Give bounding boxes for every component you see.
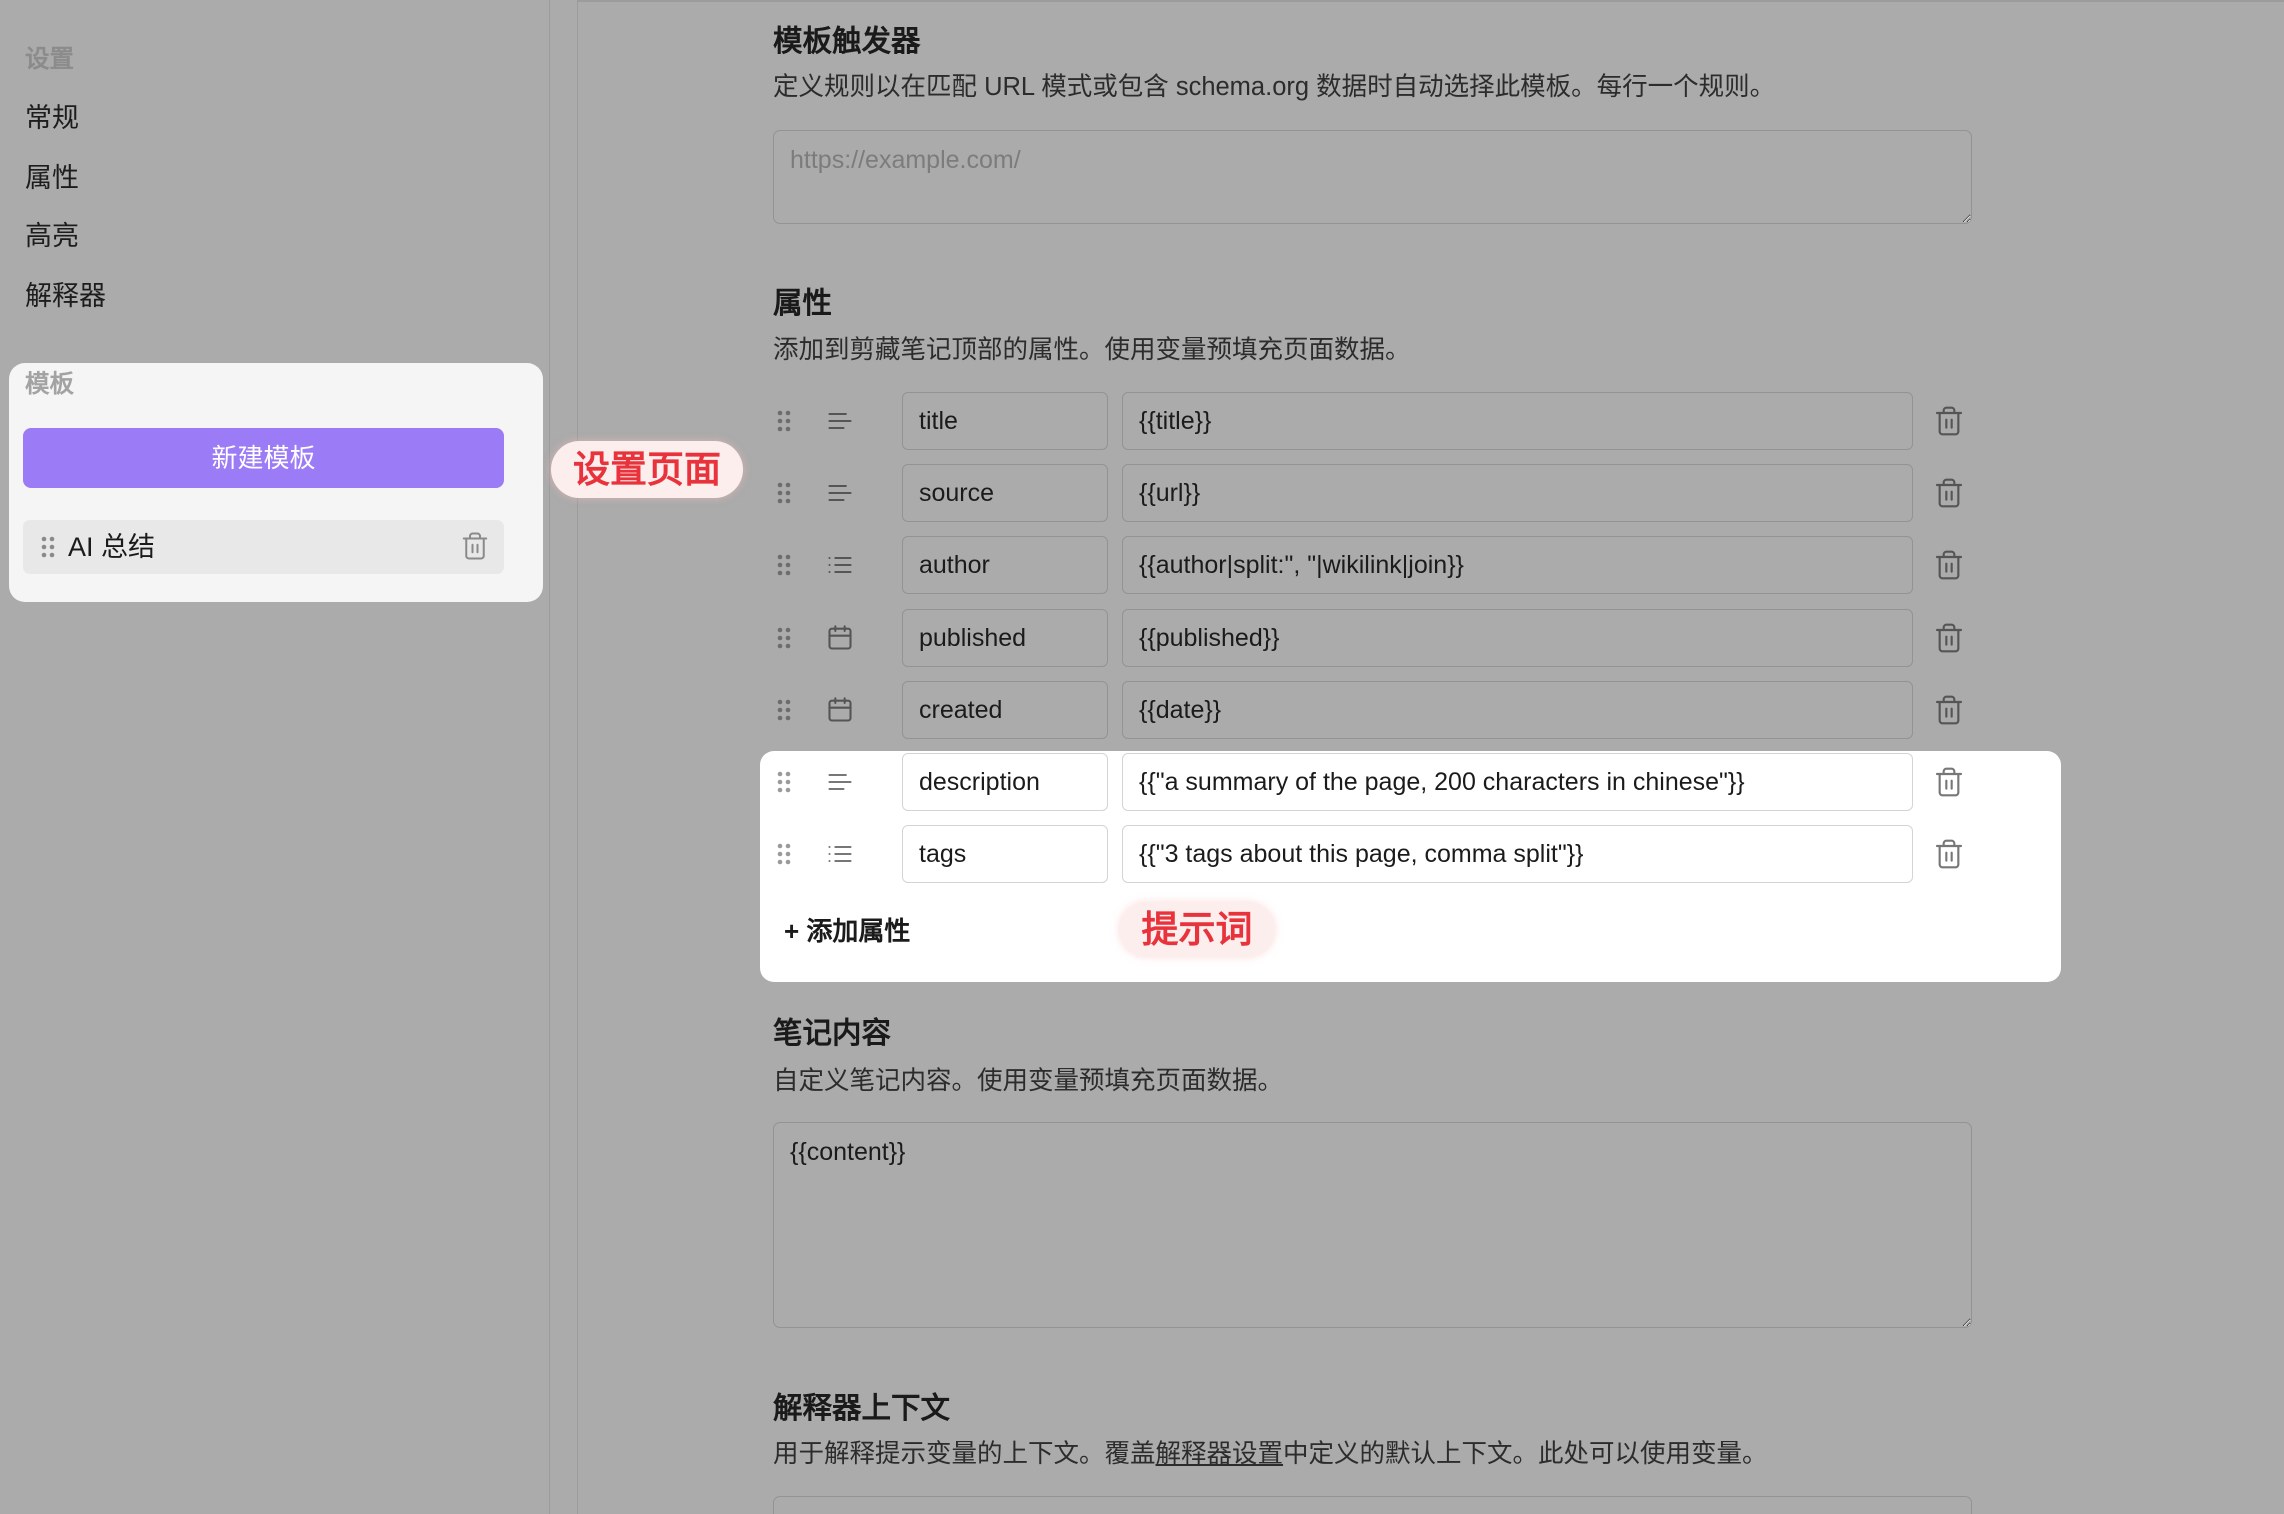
settings-heading: 设置 — [25, 46, 74, 73]
drag-handle-icon[interactable] — [776, 409, 792, 433]
property-name-input[interactable] — [902, 753, 1108, 811]
trash-icon[interactable] — [1933, 477, 1965, 509]
property-value-input[interactable] — [1122, 609, 1913, 667]
property-name-input[interactable] — [902, 392, 1108, 450]
trash-icon[interactable] — [1933, 766, 1965, 798]
top-divider — [578, 0, 2284, 2]
property-value-input[interactable] — [1122, 392, 1913, 450]
interpreter-settings-link[interactable]: 解释器设置 — [1156, 1440, 1284, 1468]
property-row — [770, 392, 1970, 450]
property-row — [770, 536, 1970, 594]
property-value-input[interactable] — [1122, 825, 1913, 883]
drag-handle-icon[interactable] — [776, 770, 792, 794]
interpreter-context-description: 用于解释提示变量的上下文。覆盖解释器设置中定义的默认上下文。此处可以使用变量。 — [773, 1436, 1768, 1472]
interpreter-context-title: 解释器上下文 — [773, 1392, 951, 1425]
sidebar-item-properties[interactable]: 属性 — [25, 159, 79, 197]
note-content-textarea[interactable]: {{content}} — [773, 1122, 1972, 1328]
templates-heading: 模板 — [25, 371, 74, 398]
new-template-button[interactable]: 新建模板 — [23, 428, 504, 488]
note-content-description: 自定义笔记内容。使用变量预填充页面数据。 — [773, 1067, 1284, 1095]
annotation-settings-page: 设置页面 — [551, 441, 743, 498]
trash-icon[interactable] — [1933, 405, 1965, 437]
property-value-input[interactable] — [1122, 753, 1913, 811]
trash-icon[interactable] — [1933, 622, 1965, 654]
text-icon[interactable] — [826, 479, 854, 507]
sidebar: 设置 常规 属性 高亮 解释器 模板 新建模板 AI 总结 — [0, 0, 549, 1514]
trash-icon[interactable] — [460, 531, 490, 561]
calendar-icon[interactable] — [826, 696, 854, 724]
property-row — [770, 681, 1970, 739]
triggers-textarea[interactable] — [773, 130, 1972, 224]
drag-handle-icon[interactable] — [776, 698, 792, 722]
property-value-input[interactable] — [1122, 536, 1913, 594]
trash-icon[interactable] — [1933, 838, 1965, 870]
text-icon[interactable] — [826, 407, 854, 435]
properties-description: 添加到剪藏笔记顶部的属性。使用变量预填充页面数据。 — [773, 336, 1411, 364]
property-name-input[interactable] — [902, 536, 1108, 594]
property-value-input[interactable] — [1122, 464, 1913, 522]
property-value-input[interactable] — [1122, 681, 1913, 739]
interpreter-context-description-text: 中定义的默认上下文。此处可以使用变量。 — [1283, 1440, 1768, 1468]
interpreter-context-description-text: 用于解释提示变量的上下文。覆盖 — [773, 1440, 1156, 1468]
trash-icon[interactable] — [1933, 549, 1965, 581]
drag-handle-icon[interactable] — [776, 626, 792, 650]
property-row — [770, 825, 1970, 883]
property-row — [770, 609, 1970, 667]
property-name-input[interactable] — [902, 609, 1108, 667]
annotation-prompt: 提示词 — [1119, 902, 1275, 957]
templates-panel: 模板 新建模板 AI 总结 — [9, 363, 543, 602]
note-content-title: 笔记内容 — [773, 1017, 892, 1050]
sidebar-item-highlights[interactable]: 高亮 — [25, 217, 79, 255]
property-row — [770, 464, 1970, 522]
sidebar-divider — [549, 0, 578, 1514]
template-list-item[interactable]: AI 总结 — [23, 520, 504, 574]
add-property-button[interactable]: + 添加属性 — [784, 913, 910, 949]
drag-handle-icon[interactable] — [40, 535, 56, 559]
property-row — [770, 753, 1970, 811]
list-icon[interactable] — [826, 551, 854, 579]
text-icon[interactable] — [826, 768, 854, 796]
template-name: AI 总结 — [68, 532, 156, 562]
sidebar-item-general[interactable]: 常规 — [25, 99, 79, 137]
trash-icon[interactable] — [1933, 694, 1965, 726]
property-name-input[interactable] — [902, 825, 1108, 883]
calendar-icon[interactable] — [826, 624, 854, 652]
interpreter-context-textarea[interactable] — [773, 1496, 1972, 1514]
triggers-description: 定义规则以在匹配 URL 模式或包含 schema.org 数据时自动选择此模板… — [773, 73, 1776, 101]
property-name-input[interactable] — [902, 681, 1108, 739]
drag-handle-icon[interactable] — [776, 481, 792, 505]
sidebar-item-interpreter[interactable]: 解释器 — [25, 277, 106, 315]
properties-title: 属性 — [773, 287, 833, 320]
drag-handle-icon[interactable] — [776, 553, 792, 577]
triggers-title: 模板触发器 — [773, 25, 921, 58]
property-name-input[interactable] — [902, 464, 1108, 522]
list-icon[interactable] — [826, 840, 854, 868]
drag-handle-icon[interactable] — [776, 842, 792, 866]
